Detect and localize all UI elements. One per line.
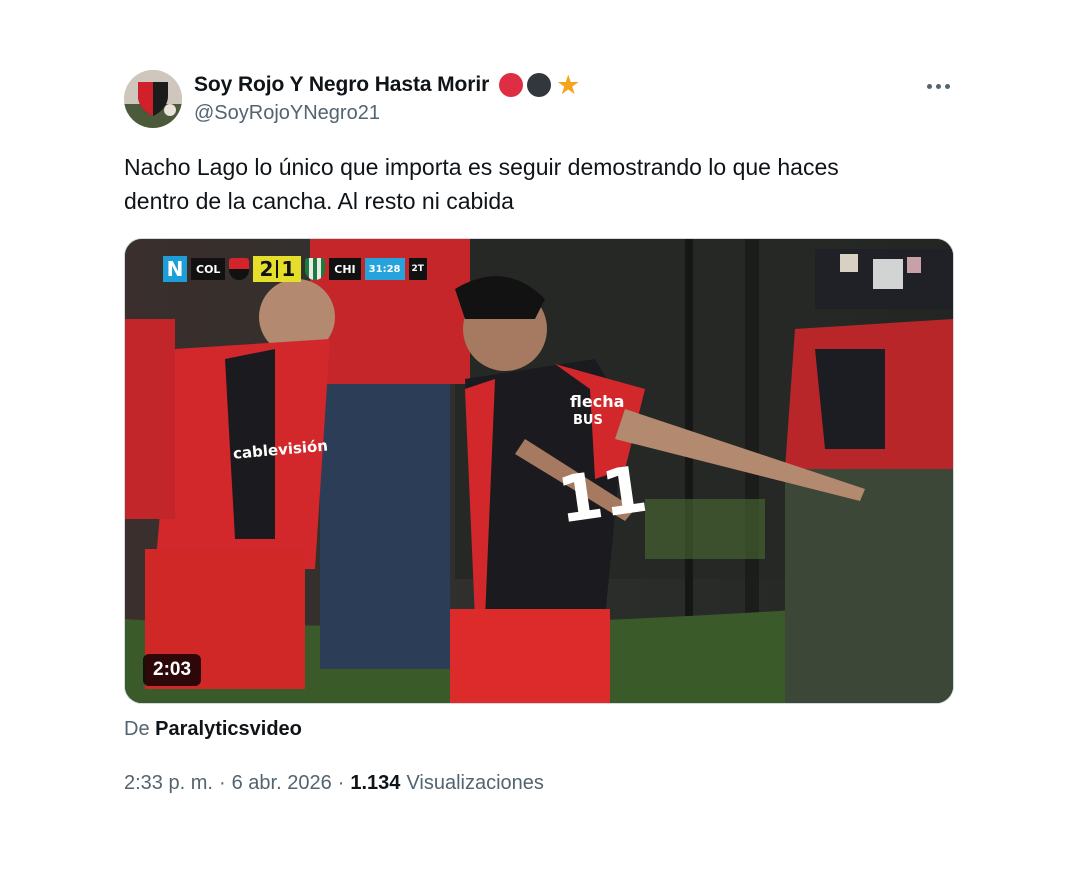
meta-separator-2: · (337, 772, 345, 794)
avatar-image (124, 70, 182, 128)
more-options-icon-dot (944, 83, 950, 89)
video-source: De Paralyticsvideo (124, 718, 302, 741)
video-player[interactable]: flecha BUS 11 cablevisión N COL 2 1 CHI … (124, 238, 954, 704)
home-team-label: COL (191, 258, 226, 280)
source-prefix: De (124, 718, 150, 740)
player-sponsor-text-2: BUS (573, 413, 603, 428)
tweet-card: Soy Rojo Y Negro Hasta Morir ★ @SoyRojoY… (0, 0, 1080, 869)
video-duration-badge: 2:03 (143, 654, 202, 686)
home-score: 2 (259, 257, 274, 281)
channel-logo: N (163, 256, 187, 282)
away-score: 1 (281, 257, 296, 281)
more-options-button[interactable] (918, 72, 958, 100)
tweet-time[interactable]: 2:33 p. m. (124, 772, 213, 795)
tweet-meta: 2:33 p. m. · 6 abr. 2026 · 1.134 Visuali… (124, 772, 544, 795)
match-clock: 31:28 (364, 258, 405, 280)
views-count[interactable]: 1.134 (350, 772, 400, 795)
tweet-text-line-2: dentro de la cancha. Al resto ni cabida (124, 188, 514, 214)
black-circle-emoji-icon (527, 73, 552, 97)
tv-scorebug: N COL 2 1 CHI 31:28 2T (163, 256, 427, 282)
player-number-text: 11 (553, 453, 651, 539)
away-team-label: CHI (329, 258, 361, 280)
star-emoji-icon: ★ (556, 70, 581, 100)
home-crest-icon (229, 258, 250, 280)
red-circle-emoji-icon (499, 73, 524, 97)
more-options-icon-dot (935, 83, 941, 89)
tweet-text-line-1: Nacho Lago lo único que importa es segui… (124, 154, 839, 180)
tweet-text: Nacho Lago lo único que importa es segui… (124, 150, 954, 218)
meta-separator: · (218, 772, 226, 794)
source-account-link[interactable]: Paralyticsvideo (155, 718, 302, 740)
avatar[interactable] (124, 70, 182, 128)
author-display-name[interactable]: Soy Rojo Y Negro Hasta Morir (194, 73, 489, 97)
video-frame: flecha BUS 11 cablevisión (125, 239, 953, 703)
away-crest-icon (305, 258, 326, 280)
more-options-icon (926, 83, 932, 89)
score-separator (276, 260, 279, 278)
views-label[interactable]: Visualizaciones (406, 772, 544, 795)
tweet-date[interactable]: 6 abr. 2026 (232, 772, 332, 795)
match-half: 2T (408, 258, 427, 280)
author-handle[interactable]: @SoyRojoYNegro21 (194, 102, 380, 125)
player-sponsor-text: flecha (570, 392, 624, 411)
author-name-row[interactable]: Soy Rojo Y Negro Hasta Morir ★ (194, 70, 580, 100)
score-box: 2 1 (253, 256, 302, 282)
